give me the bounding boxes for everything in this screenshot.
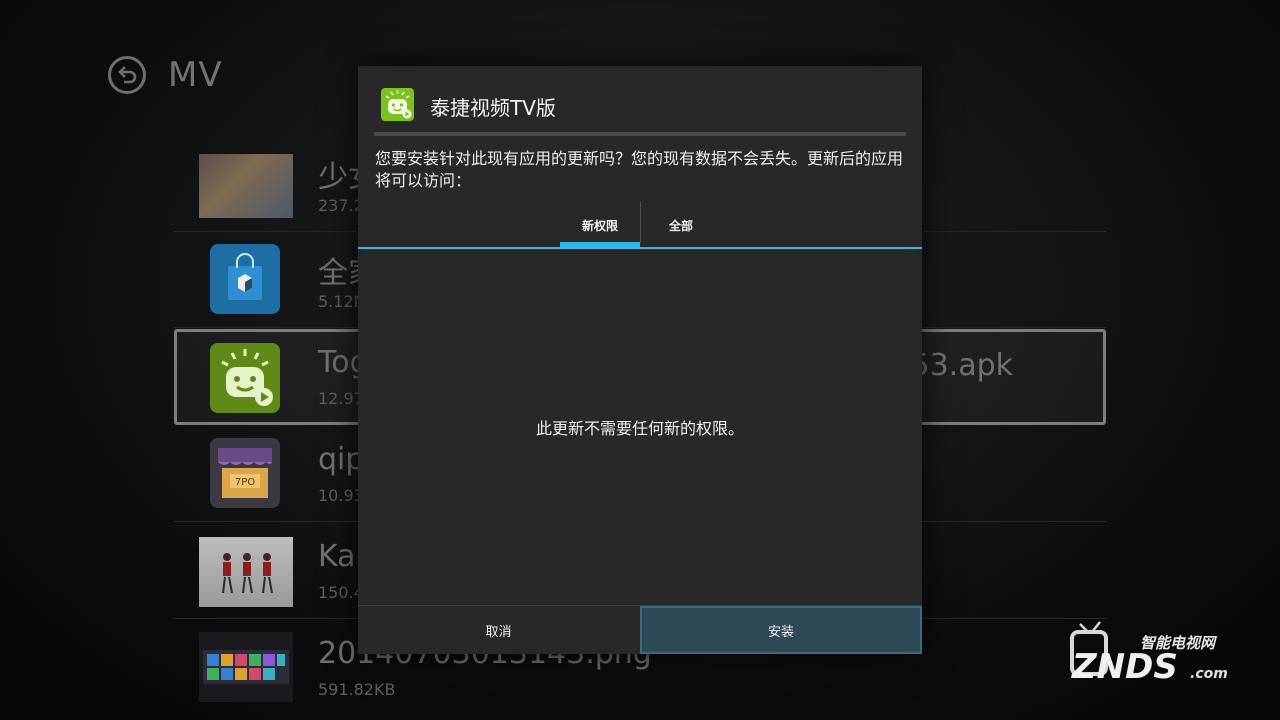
back-icon[interactable] [108, 56, 146, 94]
install-button[interactable]: 安装 [640, 606, 922, 654]
png-file-icon [199, 632, 293, 702]
file-name-suffix: 53.apk [910, 348, 1013, 383]
video-thumbnail [199, 537, 293, 607]
folder-title: MV [168, 55, 223, 95]
svg-text:7PO: 7PO [235, 477, 255, 488]
file-size: 237.2 [318, 196, 364, 215]
file-size: 150.4 [318, 583, 364, 602]
dialog-buttons: 取消 安装 [358, 605, 922, 655]
tv-smiley-icon [210, 343, 280, 413]
shopping-bag-icon [210, 244, 280, 314]
tab-all-permissions[interactable]: 全部 [641, 201, 721, 249]
watermark-brand: ZNDS [1071, 647, 1178, 687]
file-size: 12.97 [318, 389, 364, 408]
cancel-button[interactable]: 取消 [358, 606, 639, 654]
dialog-message: 您要安装针对此现有应用的更新吗？您的现有数据不会丢失。更新后的应用将可以访问： [375, 149, 904, 190]
dialog-header: 泰捷视频TV版 [358, 66, 922, 136]
permission-tabs: 新权限 全部 [358, 201, 922, 249]
title-divider [374, 132, 906, 136]
store-icon: 7PO [210, 438, 280, 508]
dialog-title: 泰捷视频TV版 [430, 96, 556, 120]
file-size: 591.82KB [318, 680, 396, 699]
watermark-domain: .com [1190, 666, 1228, 682]
permissions-panel: 此更新不需要任何新的权限。 [358, 249, 922, 605]
video-thumbnail [199, 154, 293, 218]
header: MV [108, 52, 223, 98]
app-icon [381, 88, 414, 121]
znds-watermark: 智能电视网 ZNDS .com [1066, 618, 1236, 694]
no-new-permissions-text: 此更新不需要任何新的权限。 [535, 419, 744, 438]
file-size: 10.93 [318, 486, 364, 505]
install-update-dialog: 泰捷视频TV版 您要安装针对此现有应用的更新吗？您的现有数据不会丢失。更新后的应… [358, 66, 922, 654]
